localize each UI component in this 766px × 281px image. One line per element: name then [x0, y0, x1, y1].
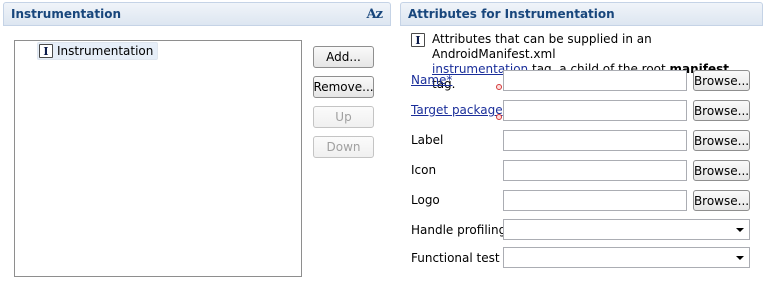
- label-field-label: Label: [411, 133, 444, 147]
- remove-button[interactable]: Remove...: [313, 76, 374, 98]
- icon-browse-button[interactable]: Browse...: [693, 160, 750, 181]
- name-browse-button[interactable]: Browse...: [693, 70, 750, 91]
- attributes-section-header: Attributes for Instrumentation: [400, 2, 763, 26]
- icon-input[interactable]: [503, 160, 687, 181]
- sort-alphabetical-icon[interactable]: Az: [367, 7, 384, 22]
- info-icon: I: [411, 33, 425, 47]
- target-package-label-link[interactable]: Target package: [411, 103, 503, 117]
- logo-field-label: Logo: [411, 193, 440, 207]
- tree-item-instrumentation[interactable]: I Instrumentation: [37, 42, 159, 60]
- handle-profiling-label: Handle profiling: [411, 223, 507, 237]
- functional-test-select[interactable]: [503, 247, 750, 268]
- instrumentation-tree[interactable]: I Instrumentation: [14, 40, 302, 277]
- add-button[interactable]: Add...: [313, 46, 374, 68]
- required-marker-icon: [496, 114, 502, 120]
- logo-input[interactable]: [503, 190, 687, 211]
- chevron-down-icon: [736, 228, 744, 232]
- name-input[interactable]: [503, 70, 687, 91]
- functional-test-label: Functional test: [411, 251, 500, 265]
- section-title: Instrumentation: [11, 7, 122, 21]
- required-marker-icon: [496, 84, 502, 90]
- chevron-down-icon: [736, 256, 744, 260]
- handle-profiling-select[interactable]: [503, 219, 750, 240]
- down-button[interactable]: Down: [313, 136, 374, 158]
- label-input[interactable]: [503, 130, 687, 151]
- label-browse-button[interactable]: Browse...: [693, 130, 750, 151]
- tree-item-label: Instrumentation: [57, 44, 154, 58]
- section-title: Attributes for Instrumentation: [408, 7, 615, 21]
- description-prefix: Attributes that can be supplied in an An…: [432, 32, 652, 61]
- instrumentation-section-header: Instrumentation Az: [3, 2, 391, 26]
- up-button[interactable]: Up: [313, 106, 374, 128]
- logo-browse-button[interactable]: Browse...: [693, 190, 750, 211]
- icon-field-label: Icon: [411, 163, 437, 177]
- instrumentation-icon: I: [39, 44, 53, 58]
- target-package-input[interactable]: [503, 100, 687, 121]
- name-label-link[interactable]: Name*: [411, 73, 452, 87]
- target-package-browse-button[interactable]: Browse...: [693, 100, 750, 121]
